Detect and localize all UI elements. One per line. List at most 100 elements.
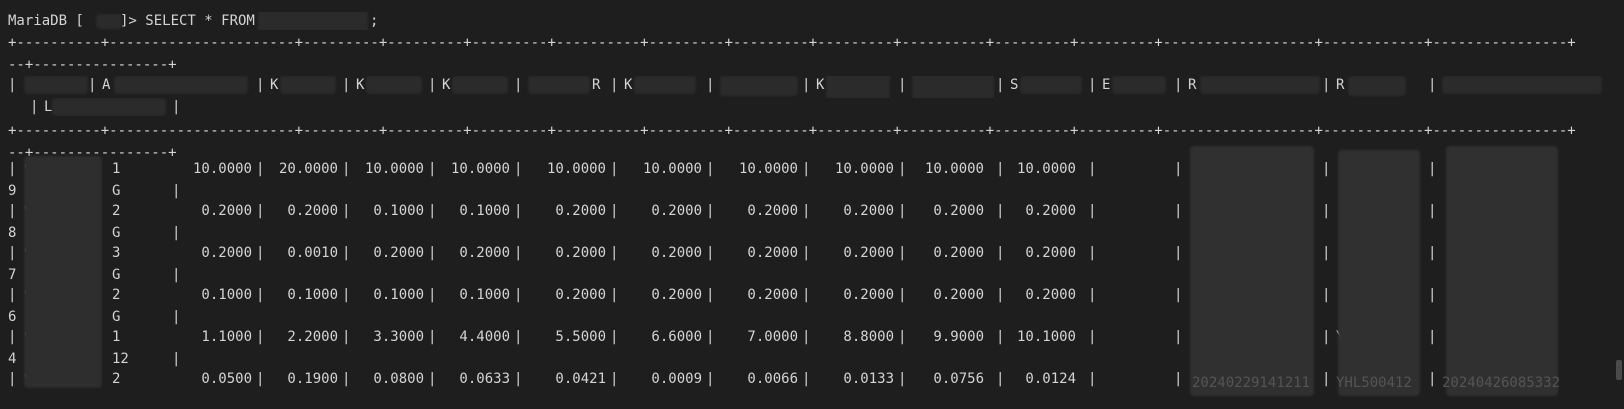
redacted-header (280, 76, 336, 94)
numeric-cell: 3.3000 (373, 329, 424, 345)
column-separator: | (1088, 245, 1097, 261)
numeric-cell: 0.1000 (459, 203, 510, 219)
column-separator: | (342, 329, 351, 345)
numeric-cell: 0.0010 (287, 245, 338, 261)
column-separator: | (1428, 329, 1437, 345)
numeric-cell: 0.2000 (287, 203, 338, 219)
row-wrap-suffix: G (112, 225, 121, 241)
column-separator: | (706, 245, 715, 261)
header-col-k4: K (624, 77, 633, 93)
column-separator: | (1322, 245, 1331, 261)
row-wrap-prefix: 4 (8, 351, 17, 367)
column-separator: | (996, 329, 1005, 345)
numeric-cell: 2.2000 (287, 329, 338, 345)
numeric-cell: 0.2000 (933, 287, 984, 303)
column-separator: | (8, 245, 17, 261)
column-separator: | (898, 161, 907, 177)
column-separator: | (996, 245, 1005, 261)
redacted-column (1338, 150, 1420, 396)
column-separator: | (256, 161, 265, 177)
numeric-cell: 10.0000 (450, 161, 510, 177)
numeric-cell: 0.2000 (933, 203, 984, 219)
column-separator: | (996, 161, 1005, 177)
numeric-cell: 0.2000 (555, 203, 606, 219)
terminal-window[interactable]: MariaDB [ ]> SELECT * FROM ; +----------… (0, 0, 1610, 409)
prompt-command: ]> SELECT * FROM (120, 13, 255, 29)
redacted-header (1020, 76, 1082, 94)
column-separator: | (1088, 203, 1097, 219)
numeric-cell: 6.6000 (651, 329, 702, 345)
column-separator: | (610, 329, 619, 345)
numeric-cell: 0.1000 (373, 287, 424, 303)
numeric-cell: 5.5000 (555, 329, 606, 345)
column-separator: | (256, 287, 265, 303)
column-separator: | (898, 287, 907, 303)
column-separator: | (514, 203, 523, 219)
numeric-cell: 0.1000 (459, 287, 510, 303)
numeric-cell: 10.0000 (1016, 161, 1076, 177)
column-separator: | (802, 245, 811, 261)
scrollbar-thumb[interactable] (1616, 360, 1622, 380)
numeric-cell: 0.2000 (933, 245, 984, 261)
numeric-cell: 0.2000 (1025, 203, 1076, 219)
numeric-cell: 4.4000 (459, 329, 510, 345)
redacted-header (912, 76, 994, 98)
row-wrap-suffix: 12 (112, 351, 129, 367)
numeric-cell: 0.2000 (1025, 245, 1076, 261)
header-col-k1: K (270, 77, 279, 93)
numeric-cell: 0.2000 (201, 203, 252, 219)
column-separator: | (996, 287, 1005, 303)
numeric-cell: 0.1000 (373, 203, 424, 219)
numeric-cell: 20.0000 (278, 161, 338, 177)
numeric-cell: 0.1000 (201, 287, 252, 303)
numeric-cell: 0.2000 (843, 203, 894, 219)
redacted-header (1348, 76, 1406, 96)
numeric-cell: 10.0000 (642, 161, 702, 177)
redacted-header (634, 76, 696, 94)
column-separator: | (256, 203, 265, 219)
column-separator: | (802, 203, 811, 219)
header-col-r: R (592, 77, 601, 93)
numeric-cell: 0.2000 (459, 245, 510, 261)
vertical-scrollbar[interactable] (1614, 0, 1624, 409)
column-separator: | (172, 267, 181, 283)
column-separator: | (1174, 329, 1183, 345)
numeric-cell: 0.2000 (651, 203, 702, 219)
numeric-cell: 0.2000 (651, 287, 702, 303)
column-separator: | (1322, 329, 1331, 345)
table-border-header: +----------+----------------------+-----… (8, 123, 1576, 139)
column-separator: | (172, 225, 181, 241)
column-separator: | (706, 329, 715, 345)
column-separator: | (256, 329, 265, 345)
column-separator: | (802, 329, 811, 345)
header-col-k6: S (1010, 77, 1019, 93)
redacted-header (452, 76, 508, 94)
table-header-wrap: | L | (30, 98, 181, 116)
numeric-cell: 0.2000 (747, 287, 798, 303)
sql-prompt-line: MariaDB [ ]> SELECT * FROM ; (8, 12, 1608, 30)
redacted-header (1200, 76, 1320, 94)
column-separator: | (1174, 203, 1183, 219)
column-separator: | (342, 203, 351, 219)
column-separator: | (610, 161, 619, 177)
column-separator: | (1088, 287, 1097, 303)
row-wrap-prefix: 6 (8, 309, 17, 325)
numeric-cell: 1.1000 (201, 329, 252, 345)
redacted-header (52, 98, 166, 116)
column-separator: | (172, 183, 181, 199)
numeric-cell: 0.2000 (747, 203, 798, 219)
column-separator: | (172, 351, 181, 367)
redacted-header (24, 76, 88, 94)
column-separator: | (706, 203, 715, 219)
numeric-cell: 0.2000 (555, 287, 606, 303)
numeric-cell: 10.0000 (738, 161, 798, 177)
row-wrap-prefix: 9 (8, 183, 17, 199)
column-separator: | (172, 309, 181, 325)
column-separator: | (1428, 203, 1437, 219)
table-border-top: +----------+----------------------+-----… (8, 35, 1576, 51)
numeric-cell: 10.0000 (546, 161, 606, 177)
column-separator: | (996, 203, 1005, 219)
column-separator: | (610, 287, 619, 303)
numeric-cell: 10.0000 (364, 161, 424, 177)
column-separator: | (428, 329, 437, 345)
